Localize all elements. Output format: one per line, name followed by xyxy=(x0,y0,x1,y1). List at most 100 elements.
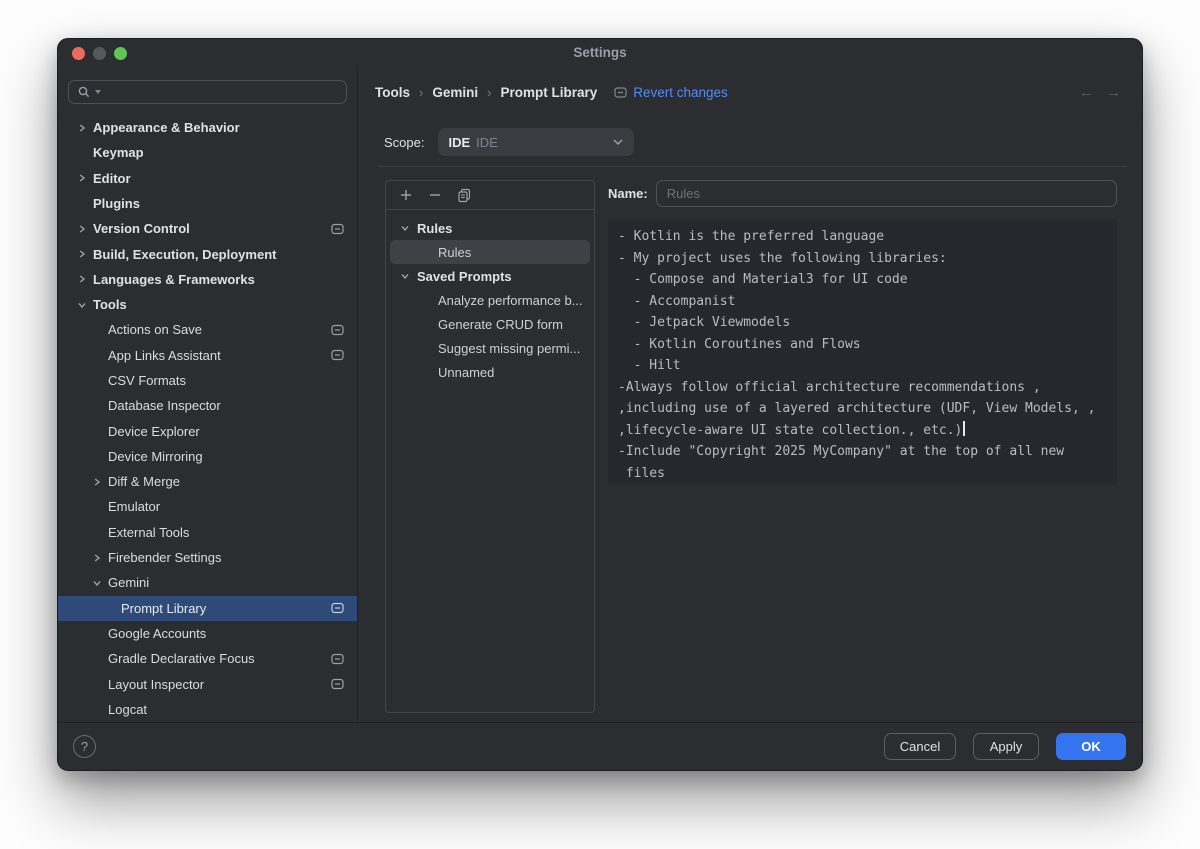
sidebar-item-diff-merge[interactable]: Diff & Merge xyxy=(58,469,357,494)
sidebar-item-plugins[interactable]: Plugins xyxy=(58,191,357,216)
window-title: Settings xyxy=(58,45,1142,60)
ide-settings-icon xyxy=(331,679,344,690)
sidebar-item-prompt-library[interactable]: Prompt Library xyxy=(58,596,357,621)
sidebar-item-csv-formats[interactable]: CSV Formats xyxy=(58,368,357,393)
text-cursor xyxy=(963,421,965,436)
copy-prompt-button[interactable] xyxy=(454,185,474,205)
sidebar-item-label: Plugins xyxy=(93,196,140,211)
prompt-list-panel: Rules Rules Saved Prompts Analyze perfor… xyxy=(385,180,595,713)
chevron-right-icon[interactable] xyxy=(77,249,93,259)
sidebar-item-app-links-assistant[interactable]: App Links Assistant xyxy=(58,343,357,368)
search-input[interactable] xyxy=(105,84,338,99)
plus-icon xyxy=(399,188,413,202)
add-prompt-button[interactable] xyxy=(396,185,416,205)
prompt-group-rules[interactable]: Rules xyxy=(386,216,594,240)
chevron-down-icon[interactable] xyxy=(400,223,410,233)
sidebar-item-keymap[interactable]: Keymap xyxy=(58,140,357,165)
chevron-right-icon[interactable] xyxy=(77,224,93,234)
prompt-group-saved-prompts[interactable]: Saved Prompts xyxy=(386,264,594,288)
sidebar-item-build-execution-deployment[interactable]: Build, Execution, Deployment xyxy=(58,241,357,266)
sidebar-item-label: Layout Inspector xyxy=(108,677,204,692)
chevron-right-icon[interactable] xyxy=(92,553,108,563)
chevron-down-icon[interactable] xyxy=(400,271,410,281)
sidebar-item-gemini[interactable]: Gemini xyxy=(58,570,357,595)
apply-button[interactable]: Apply xyxy=(973,733,1039,760)
breadcrumb-separator: › xyxy=(419,85,423,100)
revert-changes-link[interactable]: Revert changes xyxy=(633,85,728,100)
sidebar-item-device-mirroring[interactable]: Device Mirroring xyxy=(58,444,357,469)
sidebar-item-label: Appearance & Behavior xyxy=(93,120,240,135)
desktop-background: Settings Appearance & Behavior xyxy=(0,0,1200,849)
sidebar-item-label: Editor xyxy=(93,171,131,186)
editor-line: - Kotlin is the preferred language xyxy=(618,226,1107,248)
prompt-text-editor[interactable]: - Kotlin is the preferred language - My … xyxy=(608,219,1117,485)
sidebar-item-languages-frameworks[interactable]: Languages & Frameworks xyxy=(58,267,357,292)
prompt-item-unnamed[interactable]: Unnamed xyxy=(386,360,594,384)
sidebar-item-external-tools[interactable]: External Tools xyxy=(58,520,357,545)
prompt-item-label: Unnamed xyxy=(438,365,494,380)
sidebar-item-emulator[interactable]: Emulator xyxy=(58,494,357,519)
prompt-list-toolbar xyxy=(386,181,594,210)
prompt-item-generate-crud-form[interactable]: Generate CRUD form xyxy=(386,312,594,336)
scope-value: IDE xyxy=(448,135,470,150)
sidebar-item-actions-on-save[interactable]: Actions on Save xyxy=(58,317,357,342)
sidebar-item-label: Google Accounts xyxy=(108,626,206,641)
sidebar-item-label: Gemini xyxy=(108,575,149,590)
search-options-caret-icon[interactable] xyxy=(95,90,101,94)
forward-arrow-icon[interactable]: → xyxy=(1106,84,1121,101)
remove-prompt-button[interactable] xyxy=(425,185,445,205)
back-arrow-icon[interactable]: ← xyxy=(1079,84,1094,101)
ide-settings-icon xyxy=(331,653,344,664)
sidebar-item-device-explorer[interactable]: Device Explorer xyxy=(58,418,357,443)
search-icon xyxy=(77,85,91,99)
sidebar-item-layout-inspector[interactable]: Layout Inspector xyxy=(58,671,357,696)
name-field[interactable] xyxy=(656,180,1117,207)
sidebar-item-appearance-behavior[interactable]: Appearance & Behavior xyxy=(58,115,357,140)
prompt-item-rules[interactable]: Rules xyxy=(390,240,590,264)
breadcrumb-separator: › xyxy=(487,85,491,100)
sidebar-item-gradle-declarative-focus[interactable]: Gradle Declarative Focus xyxy=(58,646,357,671)
chevron-down-icon[interactable] xyxy=(92,578,108,588)
chevron-right-icon[interactable] xyxy=(77,173,93,183)
sidebar-item-label: Diff & Merge xyxy=(108,474,180,489)
chevron-right-icon[interactable] xyxy=(77,274,93,284)
sidebar-item-firebender-settings[interactable]: Firebender Settings xyxy=(58,545,357,570)
scope-row: Scope: IDE IDE xyxy=(384,128,1127,156)
chevron-right-icon[interactable] xyxy=(92,477,108,487)
sidebar-item-version-control[interactable]: Version Control xyxy=(58,216,357,241)
prompt-tree: Rules Rules Saved Prompts Analyze perfor… xyxy=(386,210,594,384)
prompt-detail: Name: - Kotlin is the preferred language… xyxy=(608,180,1117,722)
sidebar-item-label: Tools xyxy=(93,297,127,312)
sidebar-item-google-accounts[interactable]: Google Accounts xyxy=(58,621,357,646)
name-row: Name: xyxy=(608,180,1117,207)
revert-changes[interactable]: Revert changes xyxy=(614,85,728,100)
prompt-item-analyze-performance[interactable]: Analyze performance b... xyxy=(386,288,594,312)
sidebar-item-label: Device Mirroring xyxy=(108,449,203,464)
chevron-right-icon[interactable] xyxy=(77,123,93,133)
sidebar-item-editor[interactable]: Editor xyxy=(58,165,357,190)
ide-settings-icon xyxy=(614,87,627,98)
breadcrumb-item-gemini[interactable]: Gemini xyxy=(432,85,478,100)
scope-hint: IDE xyxy=(476,135,498,150)
settings-content: Tools › Gemini › Prompt Library Revert c… xyxy=(358,67,1142,722)
settings-sidebar: Appearance & Behavior Keymap Editor Plug… xyxy=(58,67,358,722)
cancel-button[interactable]: Cancel xyxy=(884,733,956,760)
editor-line: - Hilt xyxy=(618,355,1107,377)
sidebar-item-label: External Tools xyxy=(108,525,189,540)
sidebar-item-label: Build, Execution, Deployment xyxy=(93,247,276,262)
copy-icon xyxy=(457,188,472,203)
breadcrumb-item-prompt-library[interactable]: Prompt Library xyxy=(500,85,597,100)
sidebar-item-tools[interactable]: Tools xyxy=(58,292,357,317)
chevron-down-icon[interactable] xyxy=(77,300,93,310)
search-field[interactable] xyxy=(68,80,347,104)
scope-dropdown[interactable]: IDE IDE xyxy=(438,128,634,156)
section-divider xyxy=(378,166,1127,167)
sidebar-item-logcat[interactable]: Logcat xyxy=(58,697,357,722)
prompt-group-label: Saved Prompts xyxy=(417,269,512,284)
sidebar-item-label: Keymap xyxy=(93,145,144,160)
sidebar-item-database-inspector[interactable]: Database Inspector xyxy=(58,393,357,418)
help-button[interactable]: ? xyxy=(73,735,96,758)
prompt-item-suggest-missing-permissions[interactable]: Suggest missing permi... xyxy=(386,336,594,360)
breadcrumb-item-tools[interactable]: Tools xyxy=(375,85,410,100)
ok-button[interactable]: OK xyxy=(1056,733,1126,760)
